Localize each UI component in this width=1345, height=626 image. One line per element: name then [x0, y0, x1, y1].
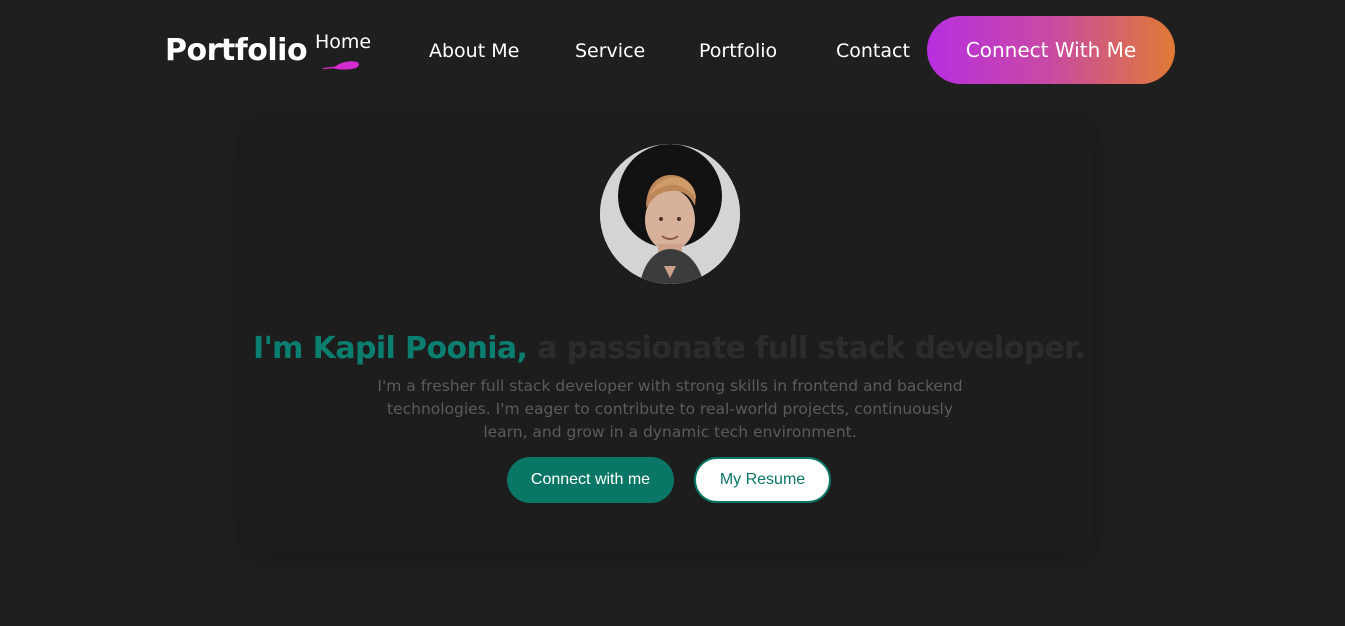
connect-with-me-button[interactable]: Connect with me	[507, 457, 674, 503]
hero-description: I'm a fresher full stack developer with …	[377, 376, 963, 441]
hero-heading: I'm Kapil Poonia, a passionate full stac…	[245, 328, 1093, 370]
active-nav-indicator-icon	[323, 61, 360, 70]
nav-portfolio-link[interactable]: Portfolio	[699, 39, 777, 63]
nav-contact-link[interactable]: Contact	[836, 39, 910, 63]
nav-about-link[interactable]: About Me	[429, 39, 519, 63]
nav-home-link[interactable]: Home	[315, 30, 371, 54]
profile-photo-icon	[600, 144, 740, 284]
site-logo[interactable]: Portfolio	[165, 31, 308, 71]
hero-tagline: a passionate full stack developer.	[537, 331, 1085, 367]
my-resume-button[interactable]: My Resume	[694, 457, 831, 503]
connect-with-me-header-button[interactable]: Connect With Me	[927, 16, 1175, 84]
nav-service-link[interactable]: Service	[575, 39, 645, 63]
top-navigation: Portfolio Home About Me Service Portfoli…	[0, 0, 1345, 100]
profile-avatar	[600, 144, 740, 284]
hero-name: I'm Kapil Poonia,	[253, 331, 528, 367]
